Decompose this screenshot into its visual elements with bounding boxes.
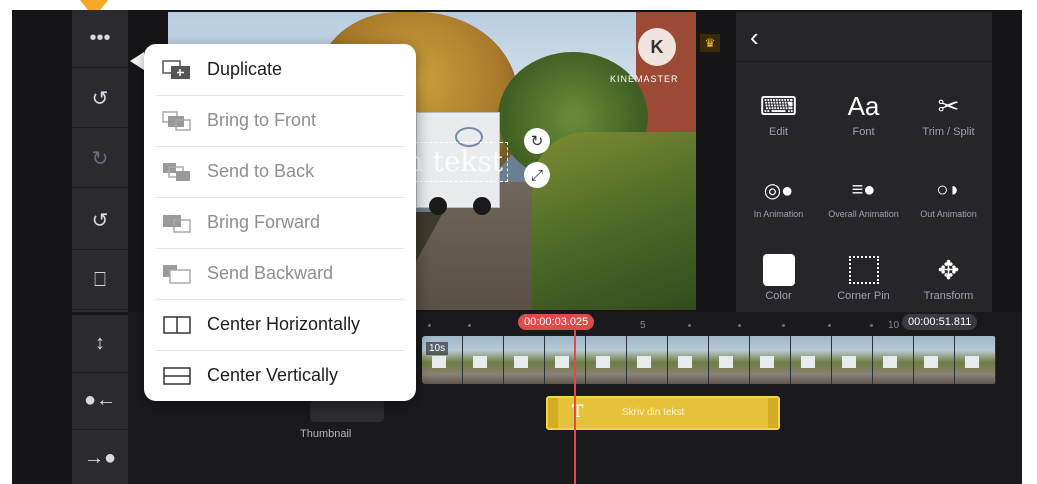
text-clip[interactable]: T Skriv din tekst	[546, 396, 780, 430]
bring-to-front-icon	[162, 110, 191, 131]
duplicate-icon	[162, 59, 190, 79]
panel-header: ‹	[736, 12, 992, 62]
center-horizontally-icon	[163, 315, 191, 334]
keyboard-icon: ⌨	[759, 90, 798, 121]
bring-forward-icon	[163, 214, 191, 233]
trash-icon[interactable]: ⎕	[72, 252, 128, 310]
thumbnail-slot[interactable]	[310, 400, 384, 422]
transform-icon: ✥	[937, 254, 960, 285]
font-button[interactable]: Aa Font	[821, 86, 906, 166]
overall-animation-button[interactable]: ≡● Overall Animation	[821, 170, 906, 250]
color-swatch-icon	[762, 254, 795, 286]
clip-duration-badge: 10s	[426, 342, 449, 355]
back-chevron-icon[interactable]: ‹	[750, 22, 759, 53]
playhead[interactable]	[574, 324, 576, 484]
in-animation-button[interactable]: ◎● In Animation	[736, 170, 821, 250]
center-vertically-icon	[163, 366, 191, 385]
scissors-icon: ✂	[937, 90, 960, 121]
restore-icon[interactable]: ↺	[72, 192, 128, 250]
redo-icon[interactable]: ↻	[72, 130, 128, 188]
thumbnail-label: Thumbnail	[300, 428, 352, 440]
out-animation-icon: ○◗	[936, 178, 961, 201]
kinemaster-logo: K	[638, 28, 676, 66]
menu-item-send-backward[interactable]: Send Backward	[144, 248, 416, 299]
send-to-back-icon	[163, 162, 190, 181]
premium-crown-icon[interactable]: ♛	[700, 34, 720, 52]
left-toolbar: ••• ↺ ↻ ↺ ⎕ ↕ ●← →●	[72, 10, 128, 484]
trim-split-button[interactable]: ✂ Trim / Split	[906, 86, 991, 166]
undo-icon[interactable]: ↺	[72, 70, 128, 128]
menu-item-center-vertically[interactable]: Center Vertically	[144, 350, 416, 401]
split-icon[interactable]: ↕	[72, 315, 128, 373]
move-in-icon[interactable]: ●←	[72, 372, 128, 430]
text-options-panel: ‹ ⌨ Edit Aa Font ✂ Trim / Split ◎● In An…	[736, 12, 992, 312]
overall-animation-icon: ≡●	[851, 178, 876, 201]
total-duration: 00:00:51.811	[902, 314, 978, 330]
font-icon: Aa	[847, 90, 880, 121]
menu-item-center-horizontally[interactable]: Center Horizontally	[144, 299, 416, 350]
scale-handle-icon[interactable]: ⤢	[524, 162, 550, 188]
more-options-popup: Duplicate Bring to Front Send to Back Br…	[144, 44, 416, 401]
menu-item-bring-to-front[interactable]: Bring to Front	[144, 95, 416, 146]
menu-item-send-to-back[interactable]: Send to Back	[144, 146, 416, 197]
rotate-handle-icon[interactable]: ↻	[524, 128, 550, 154]
text-clip-right-handle[interactable]	[768, 398, 778, 428]
more-icon[interactable]: •••	[72, 10, 128, 68]
menu-item-bring-forward[interactable]: Bring Forward	[144, 197, 416, 248]
watermark-text: KINEMASTER	[610, 74, 679, 84]
send-backward-icon	[163, 264, 191, 284]
move-out-icon[interactable]: →●	[72, 430, 128, 484]
playhead-time: 00:00:03.025	[518, 314, 595, 330]
edit-button[interactable]: ⌨ Edit	[736, 86, 821, 166]
video-clip-track[interactable]	[422, 336, 996, 384]
text-clip-left-handle[interactable]	[548, 398, 558, 428]
out-animation-button[interactable]: ○◗ Out Animation	[906, 170, 991, 250]
menu-item-duplicate[interactable]: Duplicate	[144, 44, 416, 95]
corner-pin-icon	[848, 256, 879, 284]
popup-arrow	[130, 52, 144, 70]
text-clip-label: Skriv din tekst	[622, 407, 685, 418]
in-animation-icon: ◎●	[763, 179, 794, 202]
